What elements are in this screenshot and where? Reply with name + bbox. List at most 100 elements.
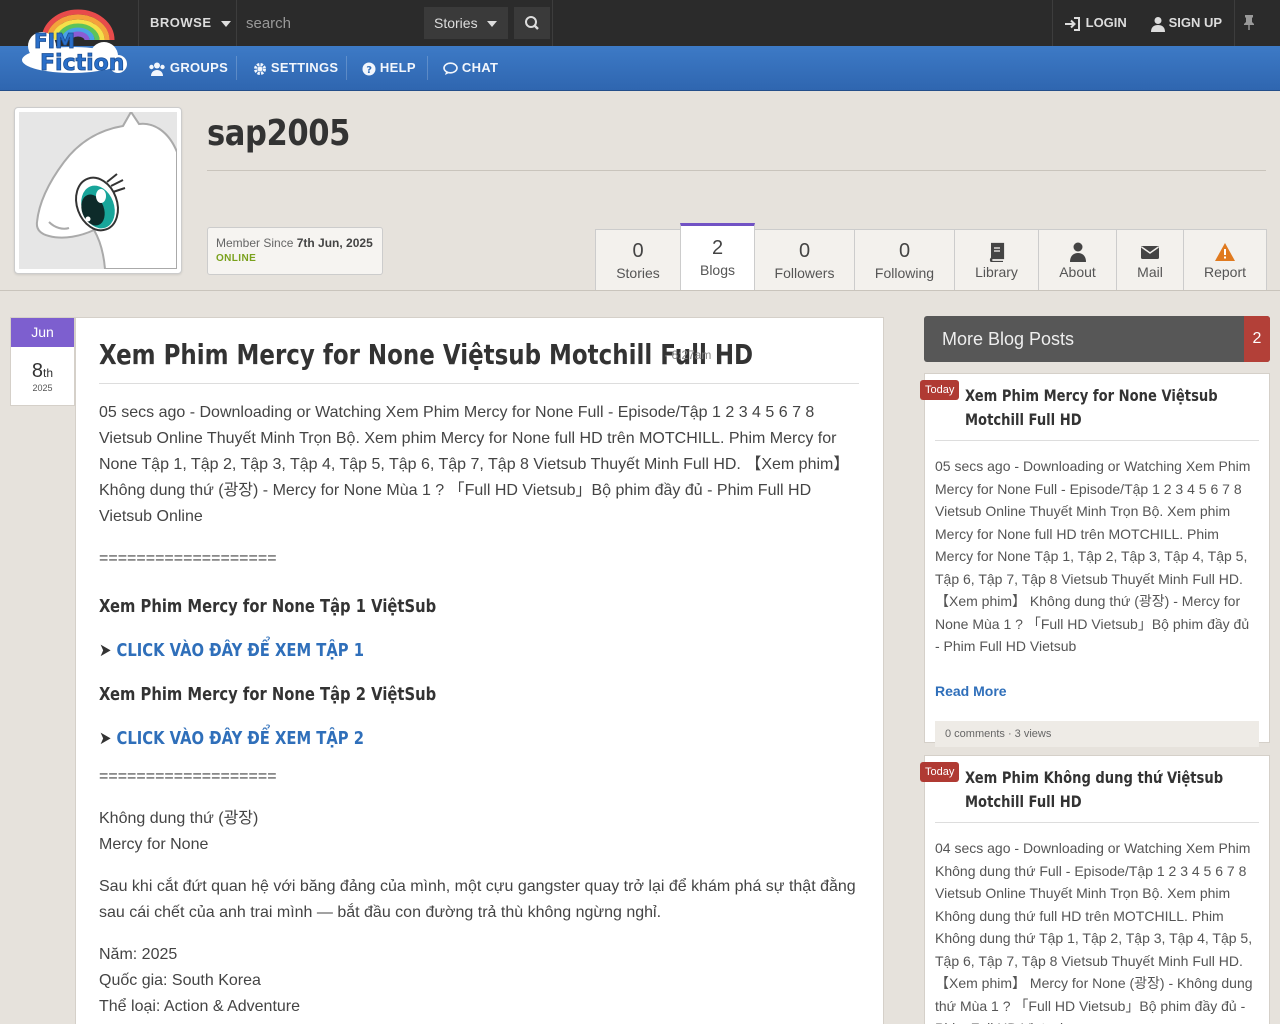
tab-followers[interactable]: 0 Followers (754, 229, 855, 291)
nav-help[interactable]: ? HELP (362, 46, 416, 90)
pin-button[interactable] (1242, 14, 1256, 35)
info-year: Năm: 2025 (99, 946, 178, 963)
tab-mail[interactable]: Mail (1116, 229, 1184, 291)
nav-chat[interactable]: CHAT (443, 46, 498, 90)
logo-text-fiction: Fiction (40, 51, 124, 76)
divider (207, 170, 1266, 171)
chevron-down-icon (220, 20, 231, 27)
sidebar-post-excerpt: 04 secs ago - Downloading or Watching Xe… (935, 840, 1253, 1024)
member-since-date: 7th Jun, 2025 (296, 236, 373, 250)
profile-tabs: 0 Stories 2 Blogs 0 Followers 0 Followin… (595, 223, 1267, 291)
episode-1-link[interactable]: CLICK VÀO ĐÂY ĐỂ XEM TẬP 1 (117, 640, 364, 661)
info-country: Quốc gia: South Korea (99, 972, 261, 989)
episode-heading: Xem Phim Mercy for None Tập 2 ViệtSub (99, 684, 437, 705)
tab-blogs[interactable]: 2 Blogs (680, 223, 755, 291)
login-label: LOGIN (1085, 15, 1127, 30)
tab-about[interactable]: About (1038, 229, 1117, 291)
nav-settings[interactable]: SETTINGS (253, 46, 338, 90)
search-icon (525, 16, 539, 30)
nav-settings-label: SETTINGS (270, 60, 339, 75)
sidebar-heading: More Blog Posts 2 (924, 316, 1270, 362)
tab-label: Blogs (699, 262, 736, 278)
users-icon (149, 62, 165, 76)
arrow-icon: ➤ (99, 640, 112, 661)
svg-text:?: ? (366, 65, 372, 76)
signup-button[interactable]: SIGN UP (1151, 0, 1222, 46)
divider (935, 822, 1259, 823)
episode-link-row: ➤ CLICK VÀO ĐÂY ĐỂ XEM TẬP 2 (99, 726, 722, 752)
chat-icon (443, 61, 458, 75)
post-time: · 6:27am (664, 348, 712, 362)
nav-help-label: HELP (379, 60, 416, 75)
sidebar-post: Today Xem Phim Không dung thứ Việtsub Mo… (920, 755, 1270, 1024)
tab-label: Mail (1137, 264, 1163, 280)
tab-following[interactable]: 0 Following (854, 229, 955, 291)
separator-text: =================== (99, 768, 277, 785)
post-day-number: 8 (31, 360, 44, 382)
chevron-down-icon (487, 21, 497, 27)
sidebar-heading-text: More Blog Posts (942, 329, 1075, 349)
today-badge: Today (920, 762, 960, 782)
tab-label: About (1059, 264, 1096, 280)
post-year: 2025 (32, 383, 53, 393)
blog-intro: 05 secs ago - Downloading or Watching Xe… (99, 404, 850, 525)
search-button[interactable] (514, 7, 550, 39)
help-icon: ? (362, 62, 376, 76)
fimfiction-logo: FIM Fiction (22, 9, 127, 76)
warning-icon (1184, 242, 1266, 262)
nav-groups[interactable]: GROUPS (148, 46, 228, 90)
default-pony-avatar (19, 110, 178, 270)
tab-library[interactable]: Library (954, 229, 1039, 291)
search-type-value: Stories (434, 15, 478, 31)
separator-text: =================== (99, 550, 277, 567)
synopsis: Sau khi cắt đứt quan hệ với băng đảng củ… (99, 878, 856, 921)
member-since: Member Since 7th Jun, 2025 (216, 236, 374, 250)
episode-heading: Xem Phim Mercy for None Tập 1 ViệtSub (99, 596, 437, 617)
tab-report[interactable]: Report (1183, 229, 1267, 291)
secondary-nav: GROUPS SETTINGS ? HELP CHAT (0, 46, 1280, 91)
divider (935, 440, 1259, 441)
sidebar-post-title[interactable]: Xem Phim Mercy for None Việtsub Motchill… (965, 384, 1259, 432)
book-icon (955, 242, 1038, 264)
divider (1052, 0, 1053, 46)
sidebar-post: Today Xem Phim Mercy for None Việtsub Mo… (920, 373, 1270, 747)
site-logo[interactable]: FIM Fiction (0, 0, 138, 90)
blog-title-text: Xem Phim Mercy for None Việtsub Motchill… (99, 338, 754, 371)
divider (138, 0, 139, 46)
sidebar-post-title[interactable]: Xem Phim Không dung thứ Việtsub Motchill… (965, 766, 1259, 814)
post-day-suffix: th (43, 366, 54, 380)
post-date-badge: Jun 8th 2025 (10, 317, 75, 406)
divider (1234, 0, 1235, 46)
top-bar: BROWSE Stories LOGIN SIGN UP (0, 0, 1280, 46)
tab-stories[interactable]: 0 Stories (595, 229, 681, 291)
browse-menu[interactable]: BROWSE (150, 0, 231, 46)
today-badge: Today (920, 380, 960, 400)
search-type-select[interactable]: Stories (424, 7, 508, 39)
blog-body: 05 secs ago - Downloading or Watching Xe… (99, 400, 859, 1020)
divider (99, 383, 859, 384)
blog-title[interactable]: Xem Phim Mercy for None Việtsub Motchill… (99, 338, 859, 371)
divider (427, 56, 428, 80)
tab-label: Report (1203, 264, 1247, 280)
divider (236, 56, 237, 80)
episode-2-link[interactable]: CLICK VÀO ĐÂY ĐỂ XEM TẬP 2 (117, 728, 364, 749)
divider (346, 56, 347, 80)
info-genre: Thể loại: Action & Adventure (99, 998, 301, 1015)
read-more-link[interactable]: Read More (935, 683, 1269, 699)
post-month: Jun (11, 318, 74, 347)
mail-icon (1117, 242, 1183, 262)
logo-text-fim: FIM (34, 29, 75, 53)
tab-count: 2 (711, 237, 724, 259)
nav-groups-label: GROUPS (169, 60, 229, 75)
login-button[interactable]: LOGIN (1064, 0, 1127, 46)
signup-label: SIGN UP (1168, 15, 1223, 30)
member-since-label: Member Since (216, 236, 294, 250)
login-icon (1065, 16, 1080, 31)
page-title: sap2005 (207, 113, 350, 154)
sidebar-post-title-text: Xem Phim Không dung thứ Việtsub Motchill… (965, 768, 1224, 811)
nav-chat-label: CHAT (461, 60, 499, 75)
gear-icon (254, 62, 266, 75)
search-input[interactable] (237, 7, 422, 39)
user-icon (1151, 16, 1165, 32)
avatar[interactable] (14, 107, 182, 274)
